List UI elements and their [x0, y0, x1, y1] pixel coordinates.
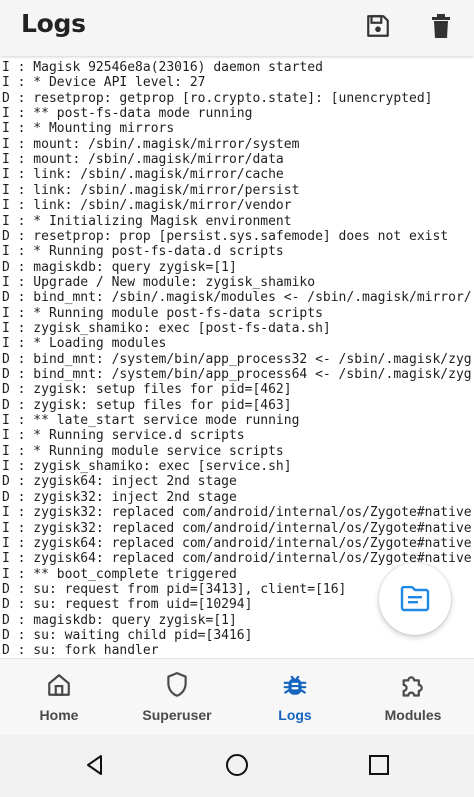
log-line: I : link: /sbin/.magisk/mirror/persist [2, 182, 300, 198]
shield-icon [163, 671, 191, 699]
log-line: D : su: fork handler [2, 643, 159, 658]
puzzle-icon [399, 671, 427, 699]
log-line: I : * Mounting mirrors [2, 121, 175, 137]
log-line: I : zygisk32: replaced com/android/inter… [2, 505, 472, 521]
log-line: I : link: /sbin/.magisk/mirror/vendor [2, 198, 292, 214]
nav-item-home[interactable]: Home [0, 659, 118, 735]
page-title: Logs [21, 9, 86, 38]
log-line: I : mount: /sbin/.magisk/mirror/data [2, 152, 284, 168]
save-icon [367, 15, 389, 37]
home-circle-icon [226, 754, 248, 776]
log-line: I : * Device API level: 27 [2, 75, 206, 91]
log-line: D : resetprop: prop [persist.sys.safemod… [2, 228, 449, 244]
recents-button[interactable] [361, 747, 397, 783]
log-line: D : zygisk: setup files for pid=[462] [2, 382, 292, 398]
log-line: D : magiskdb: query zygisk=[1] [2, 612, 237, 628]
home-system-button[interactable] [219, 747, 255, 783]
log-line: D : bind_mnt: /system/bin/app_process32 … [2, 351, 472, 367]
log-line: D : zygisk64: inject 2nd stage [2, 474, 237, 490]
nav-label-modules: Modules [384, 707, 442, 723]
trash-icon [432, 14, 450, 38]
log-line: I : zygisk_shamiko: exec [post-fs-data.s… [2, 320, 331, 336]
nav-label-home: Home [39, 707, 79, 723]
log-line: I : link: /sbin/.magisk/mirror/cache [2, 167, 284, 183]
log-line: D : su: request from uid=[10294] [2, 597, 253, 613]
recents-icon [369, 755, 389, 775]
log-line: I : Upgrade / New module: zygisk_shamiko [2, 274, 316, 290]
nav-item-modules[interactable]: Modules [354, 659, 472, 735]
log-line: D : bind_mnt: /sbin/.magisk/modules <- /… [2, 290, 472, 306]
nav-item-superuser[interactable]: Superuser [118, 659, 236, 735]
back-button[interactable] [77, 747, 113, 783]
log-line: I : zygisk64: replaced com/android/inter… [2, 535, 472, 551]
log-line: I : ** boot_complete triggered [2, 566, 237, 582]
home-icon [45, 671, 73, 699]
log-line: I : Magisk 92546e8a(23016) daemon starte… [2, 60, 323, 75]
log-line: D : zygisk32: inject 2nd stage [2, 489, 237, 505]
bottom-navigation: Home Superuser Logs Modules [0, 658, 474, 735]
log-line: D : resetprop: getprop [ro.crypto.state]… [2, 90, 433, 106]
log-file-icon [400, 586, 430, 612]
log-line: D : su: request from pid=[3413], client=… [2, 581, 347, 597]
log-line: I : mount: /sbin/.magisk/mirror/system [2, 136, 300, 152]
back-icon [87, 755, 102, 775]
system-navigation-bar [0, 735, 474, 797]
clear-log-button[interactable] [423, 8, 459, 44]
nav-label-logs: Logs [278, 707, 312, 723]
log-line: I : zygisk64: replaced com/android/inter… [2, 551, 472, 567]
log-line: D : zygisk: setup files for pid=[463] [2, 397, 292, 413]
log-line: I : zygisk_shamiko: exec [service.sh] [2, 459, 292, 475]
log-line: I : zygisk32: replaced com/android/inter… [2, 520, 472, 536]
log-line: I : ** late_start service mode running [2, 413, 300, 429]
bug-icon [281, 671, 309, 699]
log-line: I : * Loading modules [2, 336, 167, 352]
log-line: D : su: waiting child pid=[3416] [2, 627, 253, 643]
nav-item-logs[interactable]: Logs [236, 659, 354, 735]
log-line: I : * Running post-fs-data.d scripts [2, 244, 284, 260]
log-line: I : * Running service.d scripts [2, 428, 245, 444]
log-line: I : * Initializing Magisk environment [2, 213, 292, 229]
save-log-button[interactable] [360, 8, 396, 44]
log-line: I : * Running module service scripts [2, 443, 284, 459]
log-line: D : bind_mnt: /system/bin/app_process64 … [2, 367, 472, 382]
log-file-button[interactable] [379, 563, 451, 635]
app-bar: Logs [0, 0, 474, 56]
log-line: I : * Running module post-fs-data script… [2, 305, 323, 321]
log-line: I : ** post-fs-data mode running [2, 106, 253, 122]
nav-label-superuser: Superuser [142, 707, 212, 723]
log-line: D : magiskdb: query zygisk=[1] [2, 259, 237, 275]
